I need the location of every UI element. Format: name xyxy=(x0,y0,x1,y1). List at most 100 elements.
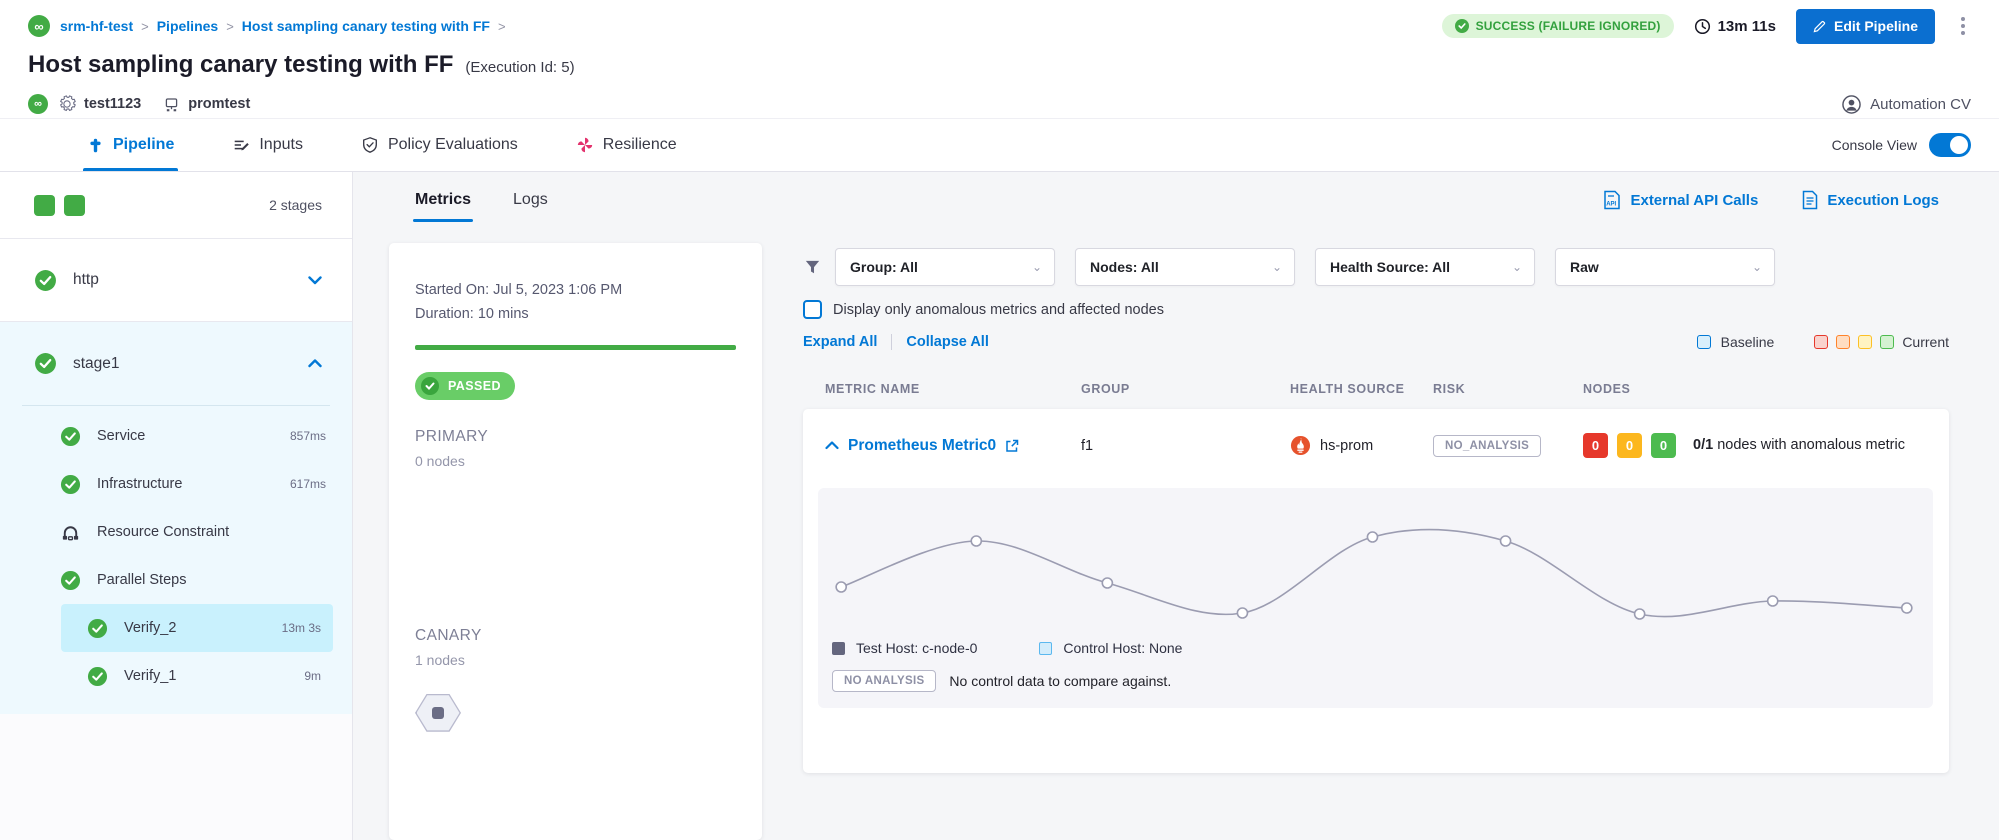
stage-count: 2 stages xyxy=(269,197,322,213)
progress-bar xyxy=(415,345,736,350)
service-name[interactable]: test1123 xyxy=(84,96,141,112)
group-filter-dropdown[interactable]: Group: All ⌄ xyxy=(835,248,1055,286)
chevron-down-icon: ⌄ xyxy=(1272,260,1282,274)
step-item-infrastructure[interactable]: Infrastructure 617ms xyxy=(0,460,352,508)
environment-name[interactable]: promtest xyxy=(188,96,250,112)
analysis-status-row: NO ANALYSIS No control data to compare a… xyxy=(818,670,1933,692)
breadcrumb-link-pipeline-name[interactable]: Host sampling canary testing with FF xyxy=(242,18,490,34)
canary-node-hexagon[interactable] xyxy=(415,692,461,734)
stage-item-stage1[interactable]: stage1 xyxy=(0,322,352,405)
column-header-risk: RISK xyxy=(1433,382,1583,396)
metric-sparkline[interactable] xyxy=(818,488,1933,638)
view-mode-dropdown[interactable]: Raw ⌄ xyxy=(1555,248,1775,286)
stage-block-stage1: stage1 Service 857ms Infrastructure 617m… xyxy=(0,322,352,714)
verification-summary-card: Started On: Jul 5, 2023 1:06 PM Duration… xyxy=(389,243,762,840)
external-api-calls-link[interactable]: API External API Calls xyxy=(1603,190,1758,210)
breadcrumb-separator: > xyxy=(226,19,234,34)
app-window: ∞ srm-hf-test > Pipelines > Host samplin… xyxy=(0,0,1999,840)
success-check-icon xyxy=(60,474,81,495)
canary-label: CANARY xyxy=(415,627,736,645)
api-document-icon: API xyxy=(1603,190,1621,210)
breadcrumb-link-project[interactable]: srm-hf-test xyxy=(60,18,133,34)
step-item-service[interactable]: Service 857ms xyxy=(0,412,352,460)
anomalous-only-label: Display only anomalous metrics and affec… xyxy=(833,302,1164,318)
stage-success-square[interactable] xyxy=(34,195,55,216)
metric-name-link[interactable]: Prometheus Metric0 xyxy=(848,437,996,455)
prometheus-icon xyxy=(1290,435,1311,456)
step-details-panel: Metrics Logs API External API Calls Exec… xyxy=(353,172,1999,840)
details-tabbar: Metrics Logs API External API Calls Exec… xyxy=(353,172,1999,228)
verification-duration: Duration: 10 mins xyxy=(415,303,736,327)
document-icon xyxy=(1802,190,1818,210)
tab-metrics[interactable]: Metrics xyxy=(415,172,471,228)
passed-status-badge: PASSED xyxy=(415,372,515,400)
console-view-toggle[interactable] xyxy=(1929,133,1971,157)
step-item-verify-2[interactable]: Verify_2 13m 3s xyxy=(61,604,333,652)
stage-success-square[interactable] xyxy=(64,195,85,216)
tab-pipeline[interactable]: Pipeline xyxy=(87,119,174,171)
pipeline-icon xyxy=(87,137,104,154)
node-risk-counts: 0 0 0 0/1 nodes with anomalous metric xyxy=(1583,433,1949,458)
health-source-filter-dropdown[interactable]: Health Source: All ⌄ xyxy=(1315,248,1535,286)
stage-overview: 2 stages xyxy=(0,172,352,239)
no-analysis-badge: NO ANALYSIS xyxy=(832,670,936,692)
started-on: Started On: Jul 5, 2023 1:06 PM xyxy=(415,279,736,303)
host-legend: Test Host: c-node-0 Control Host: None xyxy=(818,638,1933,658)
success-check-icon xyxy=(60,426,81,447)
inputs-icon xyxy=(232,136,250,154)
anomalous-nodes-summary: 0/1 nodes with anomalous metric xyxy=(1693,435,1905,456)
expand-all-link[interactable]: Expand All xyxy=(803,334,877,350)
chevron-down-icon[interactable] xyxy=(308,276,322,285)
primary-label: PRIMARY xyxy=(415,428,736,446)
step-item-resource-constraint[interactable]: Resource Constraint xyxy=(0,508,352,556)
collapse-all-link[interactable]: Collapse All xyxy=(906,334,988,350)
step-item-parallel-steps[interactable]: Parallel Steps xyxy=(0,556,352,604)
page-header: ∞ srm-hf-test > Pipelines > Host samplin… xyxy=(0,0,1999,118)
step-duration: 13m 3s xyxy=(282,621,321,635)
triggered-by-user: Automation CV xyxy=(1842,95,1971,114)
risk-green-swatch xyxy=(1880,335,1894,349)
chevron-down-icon: ⌄ xyxy=(1752,260,1762,274)
execution-tabbar: Pipeline Inputs Policy Evaluations Resil… xyxy=(0,118,1999,172)
risk-red-swatch xyxy=(1814,335,1828,349)
check-icon xyxy=(1455,19,1469,33)
more-options-icon[interactable] xyxy=(1955,13,1971,39)
external-link-icon[interactable] xyxy=(1005,439,1019,453)
resource-constraint-icon xyxy=(60,522,81,543)
collapse-row-chevron-icon[interactable] xyxy=(825,441,839,450)
pencil-icon xyxy=(1813,20,1826,33)
nodes-filter-dropdown[interactable]: Nodes: All ⌄ xyxy=(1075,248,1295,286)
metrics-content: Group: All ⌄ Nodes: All ⌄ Health Source:… xyxy=(803,243,1949,840)
clock-icon xyxy=(1694,18,1711,35)
anomalous-only-checkbox[interactable] xyxy=(803,300,822,319)
step-item-verify-1[interactable]: Verify_1 9m xyxy=(61,652,333,700)
breadcrumb: ∞ srm-hf-test > Pipelines > Host samplin… xyxy=(28,10,1971,42)
breadcrumb-link-pipelines[interactable]: Pipelines xyxy=(157,18,218,34)
chart-color-legend: Baseline Current xyxy=(1697,334,1949,350)
execution-logs-link[interactable]: Execution Logs xyxy=(1802,190,1939,210)
canary-node-count: 1 nodes xyxy=(415,652,736,668)
execution-duration: 13m 11s xyxy=(1694,18,1776,35)
chevron-up-icon[interactable] xyxy=(308,359,322,368)
red-node-count: 0 xyxy=(1583,433,1608,458)
stage-item-http[interactable]: http xyxy=(0,239,352,322)
tab-inputs[interactable]: Inputs xyxy=(232,119,303,171)
health-source-value: hs-prom xyxy=(1290,435,1433,456)
gear-icon[interactable] xyxy=(58,95,76,113)
column-header-nodes: NODES xyxy=(1583,382,1949,396)
tab-logs[interactable]: Logs xyxy=(513,172,548,228)
filter-icon xyxy=(803,258,822,277)
success-check-icon xyxy=(34,352,57,375)
tab-policy-evaluations[interactable]: Policy Evaluations xyxy=(361,119,518,171)
current-label: Current xyxy=(1902,334,1949,350)
edit-pipeline-button[interactable]: Edit Pipeline xyxy=(1796,9,1935,44)
table-row: Prometheus Metric0 f1 hs-prom NO_ANALYSI… xyxy=(803,409,1949,458)
metric-row-card: Prometheus Metric0 f1 hs-prom NO_ANALYSI… xyxy=(803,409,1949,773)
status-badge: SUCCESS (FAILURE IGNORED) xyxy=(1442,14,1674,38)
chevron-down-icon: ⌄ xyxy=(1032,260,1042,274)
tab-resilience[interactable]: Resilience xyxy=(576,119,677,171)
column-header-group: GROUP xyxy=(1081,382,1290,396)
user-avatar-icon xyxy=(1842,95,1861,114)
breadcrumb-separator: > xyxy=(498,19,506,34)
service-meta: ∞ test1123 xyxy=(28,94,141,114)
